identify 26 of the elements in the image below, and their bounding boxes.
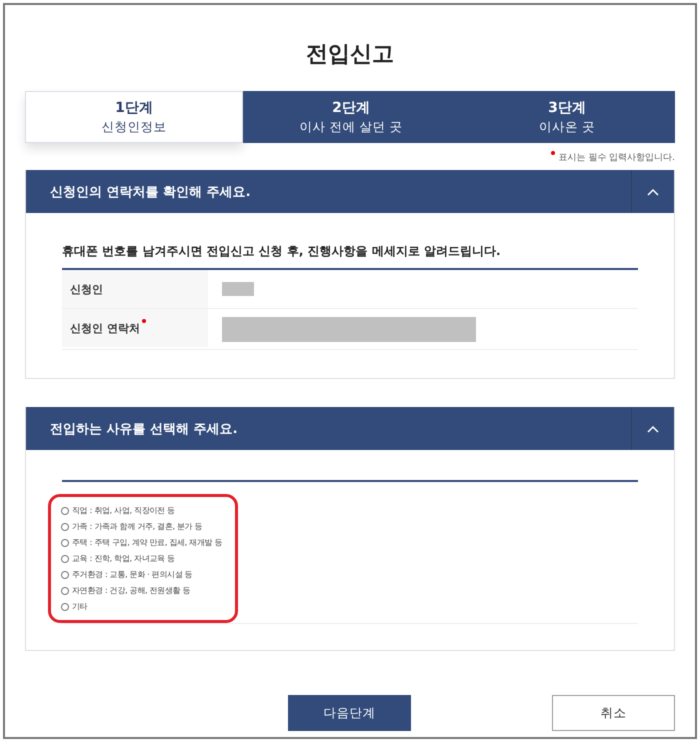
field-label: 신청인 [70,282,103,296]
required-note: 표시는 필수 입력사항입니다. [558,152,675,164]
option-label: 자연환경 : 건강, 공해, 전원생활 등 [72,585,190,596]
cancel-button[interactable]: 취소 [552,695,675,731]
step-tab[interactable]: 1단계 신청인정보 [25,91,243,143]
radio-button[interactable] [61,570,69,578]
radio-button[interactable] [61,586,69,594]
field-label: 신청인 연락처 [70,320,140,336]
radio-button[interactable] [61,522,69,530]
chevron-up-icon [647,188,659,196]
option-label: 기타 [72,601,88,612]
radio-button[interactable] [61,538,69,546]
section-title: 전입하는 사유를 선택해 주세요. [49,420,239,438]
option-label: 직업 : 취업, 사업, 직장이전 등 [72,505,175,516]
next-button[interactable]: 다음단계 [288,695,411,731]
option-label: 주거환경 : 교통, 문화 · 편의시설 등 [72,569,192,580]
radio-button[interactable] [61,602,69,610]
radio-button[interactable] [61,554,69,562]
chevron-up-icon [647,424,659,432]
section-title: 신청인의 연락처를 확인해 주세요. [49,184,252,200]
option-label: 교육 : 진학, 학업, 자녀교육 등 [72,553,175,564]
radio-button[interactable] [61,506,69,514]
page-title: 전입신고 [305,41,395,69]
option-label: 가족 : 가족과 함께 거주, 결혼, 분가 등 [72,521,202,532]
required-dot [551,151,556,155]
option-label: 주택 : 주택 구입, 계약 만료, 집세, 재개발 등 [72,537,222,548]
